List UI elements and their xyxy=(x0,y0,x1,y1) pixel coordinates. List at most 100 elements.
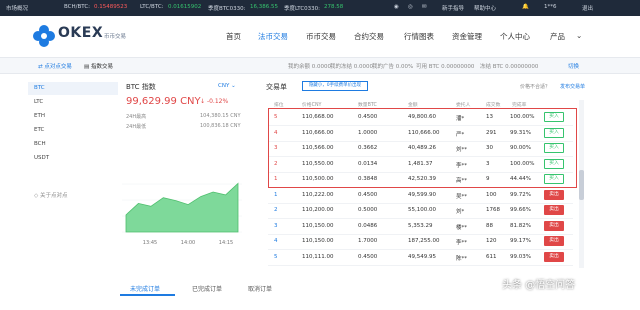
coin-sidebar: BTC LTC ETH ETC BCH USDT ◇ 关于点对点 xyxy=(28,80,118,230)
ticker-ltcq-label: 季度LTC0330: xyxy=(284,6,321,12)
cell-trader: 刘* xyxy=(456,209,465,215)
tab-completed-orders[interactable]: 已完成订单 xyxy=(192,284,222,293)
weibo-icon[interactable]: ◉ xyxy=(394,4,399,10)
sidebar-item-ltc[interactable]: LTC xyxy=(28,96,118,109)
currency-label: CNY xyxy=(218,83,230,89)
tab-p2p-label: 点对点交易 xyxy=(44,64,72,70)
arrow-down-icon: ↓ xyxy=(200,98,206,105)
cell-rank: 3 xyxy=(274,222,278,229)
cell-count: 1768 xyxy=(486,207,500,213)
tab-index-trade[interactable]: ▤ 指数交易 xyxy=(84,62,113,70)
cell-price: 110,150.00 xyxy=(302,238,334,244)
info-icon: ◇ xyxy=(34,193,39,199)
tab-index-label: 指数交易 xyxy=(90,64,113,70)
user-account[interactable]: 1**6 xyxy=(544,4,557,10)
cell-price: 110,200.00 xyxy=(302,207,334,213)
guide-link[interactable]: 新手指导 xyxy=(442,4,464,12)
col-count: 成交数 xyxy=(486,103,501,108)
tab-p2p[interactable]: ⇄ 点对点交易 xyxy=(38,62,72,70)
cell-price: 110,111.00 xyxy=(302,253,334,260)
tab-open-orders[interactable]: 未完成订单 xyxy=(130,284,160,293)
active-tab-indicator xyxy=(120,294,175,296)
currency-select[interactable]: CNY ⌄ xyxy=(218,83,236,89)
cell-rate: 81.82% xyxy=(510,222,531,229)
sell-button[interactable]: 卖出 xyxy=(544,220,564,231)
cell-count: 88 xyxy=(486,222,493,229)
nav-fiat-trade[interactable]: 法币交易 xyxy=(258,31,288,42)
about-p2p-label: 关于点对点 xyxy=(39,193,68,199)
ticker-bch-label: BCH/BTC: xyxy=(64,4,91,10)
stat-ads: 我的广告 0.00% xyxy=(372,64,414,70)
cell-qty: 0.5000 xyxy=(358,207,378,213)
price-help-text: 价格不合适？ xyxy=(520,84,551,90)
cell-count: 120 xyxy=(486,238,497,244)
logout-link[interactable]: 退出 xyxy=(582,4,593,12)
switch-link[interactable]: 切换 xyxy=(568,62,579,70)
about-p2p-link[interactable]: ◇ 关于点对点 xyxy=(28,190,118,203)
market-overview-label[interactable]: 市场概况 xyxy=(6,4,28,12)
nav-charts[interactable]: 行情图表 xyxy=(404,31,434,42)
bell-icon[interactable]: 🔔 xyxy=(522,4,529,10)
hide-small-orders-toggle[interactable]: 隐藏小，0手续费单价出现 xyxy=(302,81,368,91)
low-label: 24H最低 xyxy=(126,124,147,130)
index-area-chart: 13:45 14:00 14:15 xyxy=(122,182,242,246)
x-tick-label: 14:15 xyxy=(219,240,233,246)
cell-rank: 2 xyxy=(274,207,278,213)
ticker-ltc-value: 0.01615902 xyxy=(168,4,202,10)
sell-button[interactable]: 卖出 xyxy=(544,236,564,246)
table-row: 2 110,200.00 0.5000 55,100.00 刘* 1768 99.66% 卖出 xyxy=(268,203,573,219)
chat-icon[interactable]: ✉ xyxy=(422,4,427,10)
cell-qty: 0.0486 xyxy=(358,222,378,229)
cell-qty: 0.4500 xyxy=(358,253,378,260)
chevron-down-icon[interactable]: ⌄ xyxy=(576,31,582,40)
ticker-btcq-value: 16,386.55 xyxy=(250,4,278,10)
chevron-down-icon: ⌄ xyxy=(231,83,236,89)
sidebar-item-bch[interactable]: BCH xyxy=(28,138,118,151)
sell-button[interactable]: 卖出 xyxy=(544,189,564,200)
nav-account[interactable]: 个人中心 xyxy=(500,31,530,42)
sidebar-item-btc[interactable]: BTC xyxy=(28,82,118,95)
cell-price: 110,222.00 xyxy=(302,191,334,198)
cell-price: 110,150.00 xyxy=(302,222,334,229)
nav-coin-trade[interactable]: 币币交易 xyxy=(306,31,336,42)
col-amount: 金额 xyxy=(408,103,418,108)
nav-funds[interactable]: 资金管理 xyxy=(452,31,482,42)
high-value: 104,380.15 CNY xyxy=(200,113,241,119)
main-header: OKEX 币币交易 首页 法币交易 币币交易 合约交易 行情图表 资金管理 个人… xyxy=(0,16,640,58)
stat-frozen: 我的冻结 0.0000 xyxy=(330,64,373,70)
stat-available-btc: 可用 BTC 0.00000000 xyxy=(416,64,475,70)
cell-rate: 99.66% xyxy=(510,207,531,213)
low-value: 100,836.18 CNY xyxy=(200,123,241,129)
ticker-ltcq-value: 278.58 xyxy=(324,4,344,10)
cell-trader: 吴** xyxy=(456,193,468,200)
nav-futures[interactable]: 合约交易 xyxy=(354,31,384,42)
x-tick-label: 13:45 xyxy=(143,240,157,246)
table-row: 5 110,111.00 0.4500 49,549.95 陈** 611 99.03% 卖出 xyxy=(268,250,573,266)
sidebar-item-etc[interactable]: ETC xyxy=(28,124,118,137)
cell-count: 100 xyxy=(486,191,497,198)
cell-qty: 1.7000 xyxy=(358,238,378,244)
cell-amount: 5,353.29 xyxy=(408,222,433,229)
cell-amount: 49,549.95 xyxy=(408,253,436,260)
sell-button[interactable]: 卖出 xyxy=(544,251,564,262)
cell-rank: 4 xyxy=(274,238,278,244)
help-link[interactable]: 帮助中心 xyxy=(474,4,496,12)
nav-products[interactable]: 产品 xyxy=(550,31,565,42)
ticker-bch-value: 0.15489523 xyxy=(94,4,128,10)
index-price: 99,629.99 CNY xyxy=(126,96,201,107)
sidebar-item-eth[interactable]: ETH xyxy=(28,110,118,123)
col-qty: 数量BTC xyxy=(358,103,377,108)
tab-cancelled-orders[interactable]: 取消订单 xyxy=(248,284,272,293)
sub-toolbar: ⇄ 点对点交易 ▤ 指数交易 我的余额 0.0000 我的冻结 0.0000 我… xyxy=(0,58,640,74)
post-ad-link[interactable]: 发布交易单 xyxy=(560,83,585,90)
okex-logo-icon[interactable] xyxy=(32,24,56,48)
orderbook-title: 交易单 xyxy=(266,83,287,91)
cell-amount: 187,255.00 xyxy=(408,238,440,244)
sell-button[interactable]: 卖出 xyxy=(544,205,564,215)
nav-home[interactable]: 首页 xyxy=(226,31,241,42)
wechat-icon[interactable]: ◎ xyxy=(408,4,413,10)
scrollbar-thumb[interactable] xyxy=(579,170,584,200)
col-trader: 委托人 xyxy=(456,103,471,108)
logo-text[interactable]: OKEX xyxy=(58,25,103,41)
sidebar-item-usdt[interactable]: USDT xyxy=(28,152,118,165)
